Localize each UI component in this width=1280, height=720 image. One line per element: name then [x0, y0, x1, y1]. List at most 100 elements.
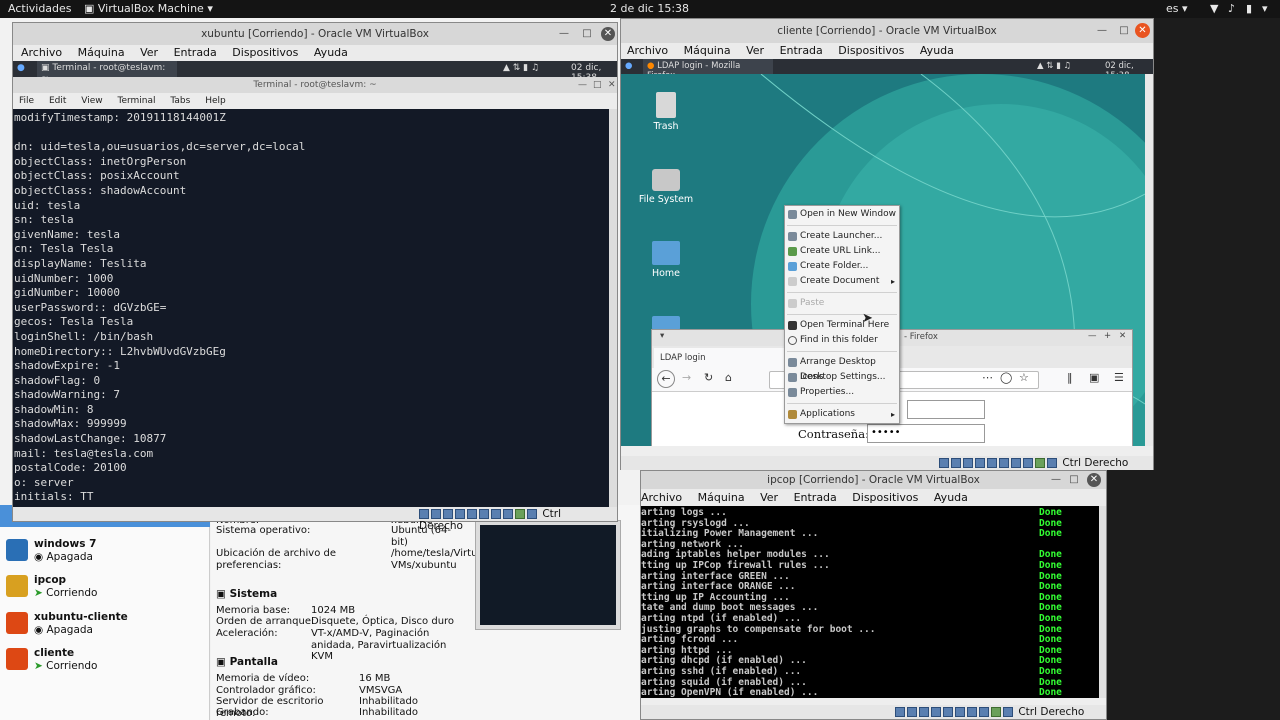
- menu-dispositivos[interactable]: Dispositivos: [852, 491, 918, 504]
- wifi-icon[interactable]: ▼: [1210, 2, 1218, 15]
- terminal-output[interactable]: modifyTimestamp: 20191118144001Z dn: uid…: [13, 109, 609, 507]
- xfce-menu-icon[interactable]: ●: [625, 61, 632, 71]
- minimize-icon[interactable]: —: [555, 23, 573, 45]
- menu-ver[interactable]: Ver: [760, 491, 778, 504]
- xfce-menu-icon[interactable]: ●: [17, 63, 25, 73]
- optical-icon[interactable]: [907, 707, 917, 717]
- keyboard-icon[interactable]: [1003, 707, 1013, 717]
- hamburger-menu-icon[interactable]: ☰: [1114, 371, 1124, 384]
- ctx-desktop-settings[interactable]: Desktop Settings...: [785, 370, 899, 385]
- keyboard-icon[interactable]: [527, 509, 537, 519]
- terminal-menu-terminal[interactable]: Terminal: [117, 96, 155, 106]
- storage-icon[interactable]: [419, 509, 429, 519]
- usb-icon[interactable]: [467, 509, 477, 519]
- close-icon[interactable]: ✕: [601, 27, 615, 41]
- recording-icon[interactable]: [503, 509, 513, 519]
- ipcop-scrollbar[interactable]: [1099, 506, 1106, 698]
- vm-item-xubuntu-cliente[interactable]: xubuntu-cliente ◉ Apagada: [6, 610, 206, 644]
- network-icon[interactable]: [931, 707, 941, 717]
- clock[interactable]: 2 de dic 15:38: [610, 2, 689, 15]
- menu-maquina[interactable]: Máquina: [78, 46, 125, 59]
- cliente-scrollbar[interactable]: [1145, 74, 1153, 446]
- password-input[interactable]: •••••: [867, 424, 985, 443]
- desktop-icon-file-system[interactable]: File System: [636, 169, 696, 205]
- ctx-create-launcher[interactable]: Create Launcher...: [785, 229, 899, 244]
- menu-dispositivos[interactable]: Dispositivos: [232, 46, 298, 59]
- shared-folder-icon[interactable]: [999, 458, 1009, 468]
- cpu-icon[interactable]: [991, 707, 1001, 717]
- storage-icon[interactable]: [939, 458, 949, 468]
- pocket-icon[interactable]: ◯: [1000, 371, 1012, 384]
- ctx-open-new-window[interactable]: Open in New Window: [785, 207, 899, 222]
- terminal-menu-tabs[interactable]: Tabs: [170, 96, 190, 106]
- storage-icon[interactable]: [895, 707, 905, 717]
- display-icon[interactable]: [491, 509, 501, 519]
- library-icon[interactable]: ‖: [1067, 371, 1073, 384]
- menu-ayuda[interactable]: Ayuda: [314, 46, 348, 59]
- menu-ver[interactable]: Ver: [140, 46, 158, 59]
- terminal-scrollbar[interactable]: [609, 109, 617, 507]
- terminal-minimize-icon[interactable]: —: [578, 80, 587, 90]
- audio-icon[interactable]: [443, 509, 453, 519]
- vm-item-windows-7[interactable]: windows 7 ◉ Apagada: [6, 537, 206, 571]
- section-pantalla[interactable]: ▣ Pantalla: [216, 656, 278, 668]
- keyboard-icon[interactable]: [1047, 458, 1057, 468]
- app-menu[interactable]: ▣ VirtualBox Machine ▾: [84, 2, 213, 15]
- menu-archivo[interactable]: Archivo: [627, 44, 668, 57]
- maximize-icon[interactable]: □: [1065, 471, 1083, 489]
- sidebar-icon[interactable]: ▣: [1089, 371, 1099, 384]
- terminal-close-icon[interactable]: ✕: [608, 80, 616, 90]
- menu-ayuda[interactable]: Ayuda: [920, 44, 954, 57]
- ctx-open-terminal[interactable]: Open Terminal Here: [785, 318, 899, 333]
- display-icon[interactable]: [1011, 458, 1021, 468]
- maximize-icon[interactable]: □: [578, 23, 596, 45]
- activities-button[interactable]: Actividades: [8, 2, 72, 15]
- firefox-tab[interactable]: LDAP login: [654, 348, 784, 368]
- usb-icon[interactable]: [987, 458, 997, 468]
- window-menu-icon[interactable]: ▾: [660, 331, 664, 341]
- minimize-icon[interactable]: —: [1093, 19, 1111, 43]
- network-icon[interactable]: [455, 509, 465, 519]
- desktop-icon-trash[interactable]: Trash: [636, 92, 696, 132]
- terminal-menu-help[interactable]: Help: [205, 96, 226, 106]
- usb-icon[interactable]: [943, 707, 953, 717]
- menu-entrada[interactable]: Entrada: [794, 491, 837, 504]
- system-menu-icon[interactable]: ▾: [1262, 2, 1268, 15]
- maximize-icon[interactable]: □: [1115, 19, 1133, 43]
- bookmark-star-icon[interactable]: ☆: [1019, 371, 1029, 384]
- menu-archivo[interactable]: Archivo: [641, 491, 682, 504]
- menu-entrada[interactable]: Entrada: [174, 46, 217, 59]
- shared-folder-icon[interactable]: [955, 707, 965, 717]
- page-actions-icon[interactable]: ⋯: [982, 371, 993, 384]
- close-icon[interactable]: ✕: [1119, 331, 1126, 341]
- ctx-create-document[interactable]: Create Document ▸: [785, 274, 899, 289]
- terminal-menu-view[interactable]: View: [81, 96, 102, 106]
- audio-icon[interactable]: [919, 707, 929, 717]
- terminal-menu-file[interactable]: File: [19, 96, 34, 106]
- menu-archivo[interactable]: Archivo: [21, 46, 62, 59]
- menu-dispositivos[interactable]: Dispositivos: [838, 44, 904, 57]
- menu-ayuda[interactable]: Ayuda: [934, 491, 968, 504]
- volume-icon[interactable]: ♪: [1228, 2, 1235, 15]
- menu-entrada[interactable]: Entrada: [780, 44, 823, 57]
- folder-icon[interactable]: [652, 316, 680, 330]
- ctx-arrange-icons[interactable]: Arrange Desktop Icons: [785, 355, 899, 382]
- ipcop-console[interactable]: arting logs ... Done arting rsyslogd ... D…: [641, 506, 1099, 698]
- ctx-properties[interactable]: Properties...: [785, 385, 899, 400]
- close-icon[interactable]: ✕: [1087, 473, 1101, 487]
- section-sistema[interactable]: ▣ Sistema: [216, 588, 277, 600]
- reload-icon[interactable]: ↻: [704, 371, 713, 384]
- forward-icon[interactable]: →: [682, 371, 691, 384]
- audio-icon[interactable]: [963, 458, 973, 468]
- recording-icon[interactable]: [1023, 458, 1033, 468]
- battery-icon[interactable]: ▮: [1246, 2, 1252, 15]
- minimize-icon[interactable]: —: [1047, 471, 1065, 489]
- ctx-create-folder[interactable]: Create Folder...: [785, 259, 899, 274]
- terminal-maximize-icon[interactable]: □: [593, 80, 602, 90]
- optical-icon[interactable]: [431, 509, 441, 519]
- display-icon[interactable]: [967, 707, 977, 717]
- network-icon[interactable]: [975, 458, 985, 468]
- menu-ver[interactable]: Ver: [746, 44, 764, 57]
- minimize-icon[interactable]: —: [1088, 331, 1097, 341]
- cpu-icon[interactable]: [515, 509, 525, 519]
